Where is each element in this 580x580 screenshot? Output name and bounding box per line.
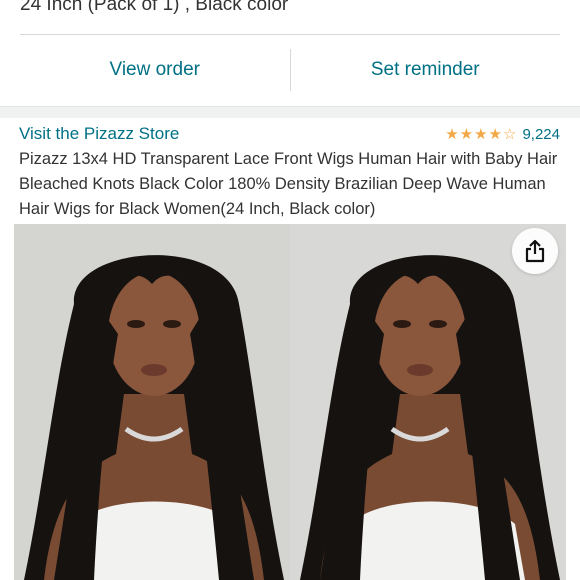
star-icon: ★ (488, 125, 502, 143)
share-icon (525, 239, 545, 263)
view-order-button[interactable]: View order (20, 35, 290, 105)
rating-summary[interactable]: ★ ★ ★ ★ ☆ 9,224 (445, 126, 560, 143)
share-button[interactable] (512, 228, 558, 274)
product-title: Pizazz 13x4 HD Transparent Lace Front Wi… (19, 150, 558, 218)
store-row: Visit the Pizazz Store ★ ★ ★ ★ ☆ 9,224 (19, 122, 560, 146)
product-image (14, 224, 290, 580)
order-card: 24 Inch (Pack of 1) , Black color View o… (0, 0, 580, 106)
star-icon: ★ (445, 125, 459, 143)
store-link[interactable]: Visit the Pizazz Store (19, 124, 179, 144)
star-icon: ★ (459, 125, 474, 143)
rating-count[interactable]: 9,224 (522, 126, 560, 143)
order-variant-text: 24 Inch (Pack of 1) , Black color (20, 0, 289, 15)
product-photo-left (14, 224, 290, 580)
set-reminder-button[interactable]: Set reminder (291, 35, 561, 105)
star-icon: ★ (474, 125, 488, 143)
product-image-mirror (290, 224, 566, 580)
product-photo-right (290, 224, 566, 580)
star-outline-icon: ☆ (503, 125, 517, 143)
section-separator (0, 106, 580, 118)
product-image-gallery[interactable] (14, 224, 566, 580)
order-actions: View order Set reminder (20, 35, 560, 105)
star-rating: ★ ★ ★ ★ ☆ (445, 127, 516, 142)
product-card: Visit the Pizazz Store ★ ★ ★ ★ ☆ 9,224 P… (0, 118, 580, 580)
